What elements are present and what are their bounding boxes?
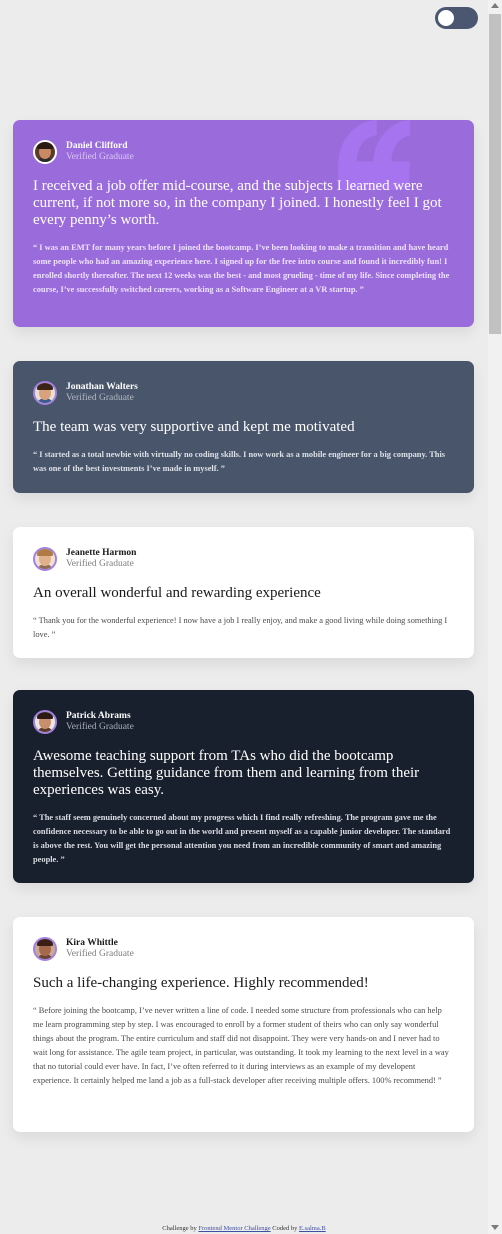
testimonial-card-jonathan: Jonathan Walters Verified Graduate The t…: [13, 361, 474, 493]
testimonial-quote: “ Before joining the bootcamp, I’ve neve…: [33, 1006, 449, 1085]
challenge-link[interactable]: Frontend Mentor Challenge: [198, 1225, 270, 1232]
avatar-jonathan: [33, 381, 57, 405]
avatar-daniel: [33, 140, 57, 164]
footer-prefix: Challenge by: [162, 1225, 197, 1232]
scroll-down-icon[interactable]: [491, 1225, 499, 1230]
author-name: Jeanette Harmon: [66, 548, 137, 558]
testimonial-card-patrick: Patrick Abrams Verified Graduate Awesome…: [13, 690, 474, 883]
verified-label: Verified Graduate: [66, 151, 134, 162]
testimonial-card-daniel: Daniel Clifford Verified Graduate I rece…: [13, 120, 474, 327]
footer-middle: Coded by: [272, 1225, 298, 1232]
avatar-patrick: [33, 710, 57, 734]
verified-label: Verified Graduate: [66, 721, 134, 732]
attribution-footer: Challenge by Frontend Mentor Challenge C…: [0, 1225, 488, 1232]
testimonial-quote: “ I was an EMT for many years before I j…: [33, 243, 450, 294]
verified-label: Verified Graduate: [66, 948, 134, 959]
testimonial-headline: I received a job offer mid-course, and t…: [33, 178, 442, 228]
testimonial-headline: The team was very supportive and kept me…: [33, 419, 355, 435]
author-name: Patrick Abrams: [66, 711, 131, 721]
verified-label: Verified Graduate: [66, 392, 134, 403]
avatar-jeanette: [33, 547, 57, 571]
testimonial-quote: “ The staff seem genuinely concerned abo…: [33, 813, 451, 864]
page-scrollbar[interactable]: [488, 0, 502, 1234]
scrollbar-thumb[interactable]: [489, 14, 501, 334]
testimonial-quote: “ Thank you for the wonderful experience…: [33, 616, 448, 639]
author-name: Jonathan Walters: [66, 382, 138, 392]
testimonial-card-kira: Kira Whittle Verified Graduate Such a li…: [13, 917, 474, 1132]
testimonial-quote: “ I started as a total newbie with virtu…: [33, 450, 446, 473]
scroll-up-icon[interactable]: [491, 3, 499, 8]
testimonial-headline: Awesome teaching support from TAs who di…: [33, 748, 420, 798]
theme-toggle[interactable]: [435, 7, 478, 29]
testimonial-headline: An overall wonderful and rewarding exper…: [33, 585, 321, 601]
verified-label: Verified Graduate: [66, 558, 134, 569]
testimonial-card-jeanette: Jeanette Harmon Verified Graduate An ove…: [13, 527, 474, 658]
testimonial-headline: Such a life-changing experience. Highly …: [33, 975, 369, 991]
author-name: Daniel Clifford: [66, 141, 128, 151]
avatar-kira: [33, 937, 57, 961]
author-link[interactable]: E.salma.B: [299, 1225, 326, 1232]
author-name: Kira Whittle: [66, 938, 118, 948]
toggle-knob: [438, 10, 454, 26]
